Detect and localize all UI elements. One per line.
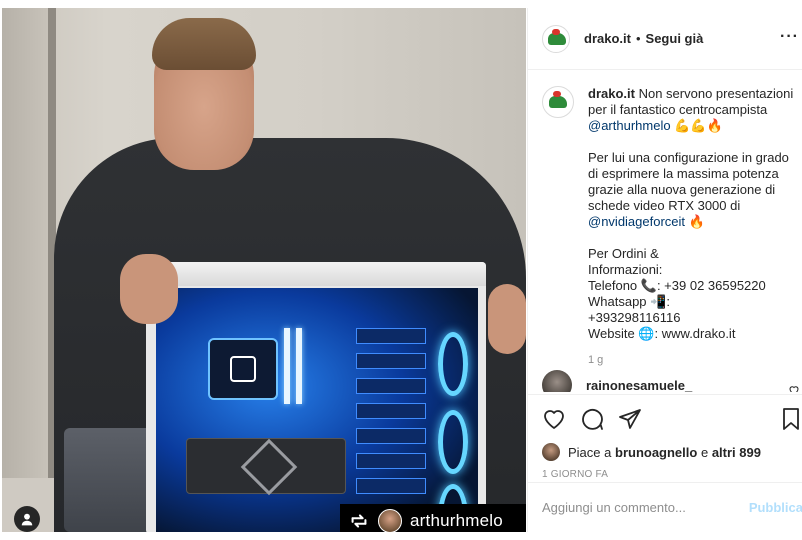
drive-slot: [356, 328, 426, 344]
caption: drako.it Non servono presentazioni per i…: [542, 86, 795, 358]
caption-line: +393298116116: [588, 310, 681, 325]
comment-row: rainonesamuele_: [542, 370, 800, 392]
action-icons: [542, 407, 642, 431]
gpu-x-shroud: [240, 438, 298, 496]
drive-slot: [356, 453, 426, 469]
comment-icon[interactable]: [580, 407, 604, 431]
caption-line: Informazioni:: [588, 262, 663, 277]
emoji: 💪💪🔥: [674, 118, 723, 133]
pc-blue-lighting: [156, 288, 478, 532]
drive-slot: [356, 428, 426, 444]
drive-slot: [356, 403, 426, 419]
more-options-icon[interactable]: ···: [780, 28, 799, 46]
separator-dot: •: [635, 31, 641, 46]
repost-banner[interactable]: arthurhmelo: [340, 504, 526, 532]
avatar[interactable]: [542, 443, 560, 461]
drive-slots: [356, 328, 426, 518]
heart-icon[interactable]: [542, 407, 566, 431]
person-hand: [120, 254, 178, 324]
repost-username: arthurhmelo: [410, 511, 503, 530]
drive-slot: [356, 378, 426, 394]
rgb-fan: [438, 332, 468, 396]
caption-username[interactable]: drako.it: [588, 86, 635, 101]
likes-summary: Piace a brunoagnello e altri 899: [542, 443, 761, 461]
comment-input[interactable]: [542, 500, 742, 515]
tagged-user-button[interactable]: [14, 506, 40, 532]
dragon-logo-icon: [549, 96, 567, 108]
graphics-card: [186, 438, 346, 496]
caption-text: drako.it Non servono presentazioni per i…: [588, 86, 795, 358]
share-icon[interactable]: [618, 407, 642, 431]
post-header: drako.it • Segui già ···: [528, 8, 802, 70]
pc-glass-window: [156, 288, 478, 532]
likes-others-link[interactable]: altri 899: [712, 445, 761, 460]
avatar[interactable]: [542, 24, 570, 53]
dragon-logo-icon: [552, 28, 560, 35]
user-icon: [21, 513, 33, 526]
likes-prefix: Piace a: [568, 444, 612, 460]
post-side-panel: drako.it • Segui già ··· drako.it Non se…: [527, 8, 802, 532]
corsair-logo-icon: [230, 356, 256, 382]
pc-case: [146, 262, 486, 532]
avatar: [378, 509, 402, 532]
caption-line: Telefono 📞: +39 02 36595220: [588, 278, 766, 293]
likes-user-link[interactable]: brunoagnello: [615, 445, 697, 460]
emoji: 🔥: [688, 214, 705, 229]
mention-link[interactable]: @nvidiageforceit: [588, 214, 685, 229]
ram-stick: [284, 328, 290, 404]
dragon-logo-icon: [553, 91, 561, 97]
mention-link[interactable]: @arthurhmelo: [588, 118, 671, 133]
post-date[interactable]: 1 GIORNO FA: [542, 469, 608, 480]
post-actions: Piace a brunoagnello e altri 899 1 GIORN…: [528, 394, 802, 482]
caption-line: Per Ordini &: [588, 246, 659, 261]
repost-icon: [348, 510, 370, 532]
likes-middle: e: [700, 444, 709, 460]
cpu-cooler: [208, 338, 278, 400]
rgb-fan: [438, 410, 468, 474]
avatar[interactable]: [542, 86, 574, 118]
drive-slot: [356, 353, 426, 369]
caption-area: drako.it Non servono presentazioni per i…: [528, 70, 802, 392]
ram-stick: [296, 328, 302, 404]
caption-line: Per lui una configurazione in grado di e…: [588, 150, 789, 213]
wall: [2, 8, 50, 532]
account-username[interactable]: drako.it: [584, 31, 631, 46]
avatar[interactable]: [542, 370, 572, 392]
bookmark-icon[interactable]: [779, 407, 802, 431]
post-photo[interactable]: arthurhmelo: [2, 8, 526, 532]
comment-username[interactable]: rainonesamuele_: [586, 378, 692, 393]
person-hand: [488, 284, 526, 354]
caption-line: Website 🌐: www.drako.it: [588, 326, 736, 341]
person-hair: [152, 18, 256, 70]
pc-case-top: [146, 262, 486, 286]
drive-slot: [356, 478, 426, 494]
heart-icon[interactable]: [788, 384, 800, 392]
caption-line: Whatsapp 📲:: [588, 294, 670, 309]
following-button[interactable]: Segui già: [646, 31, 704, 46]
publish-button[interactable]: Pubblica: [749, 500, 802, 515]
person-jeans: [64, 428, 154, 532]
add-comment-bar: Pubblica: [528, 482, 802, 532]
